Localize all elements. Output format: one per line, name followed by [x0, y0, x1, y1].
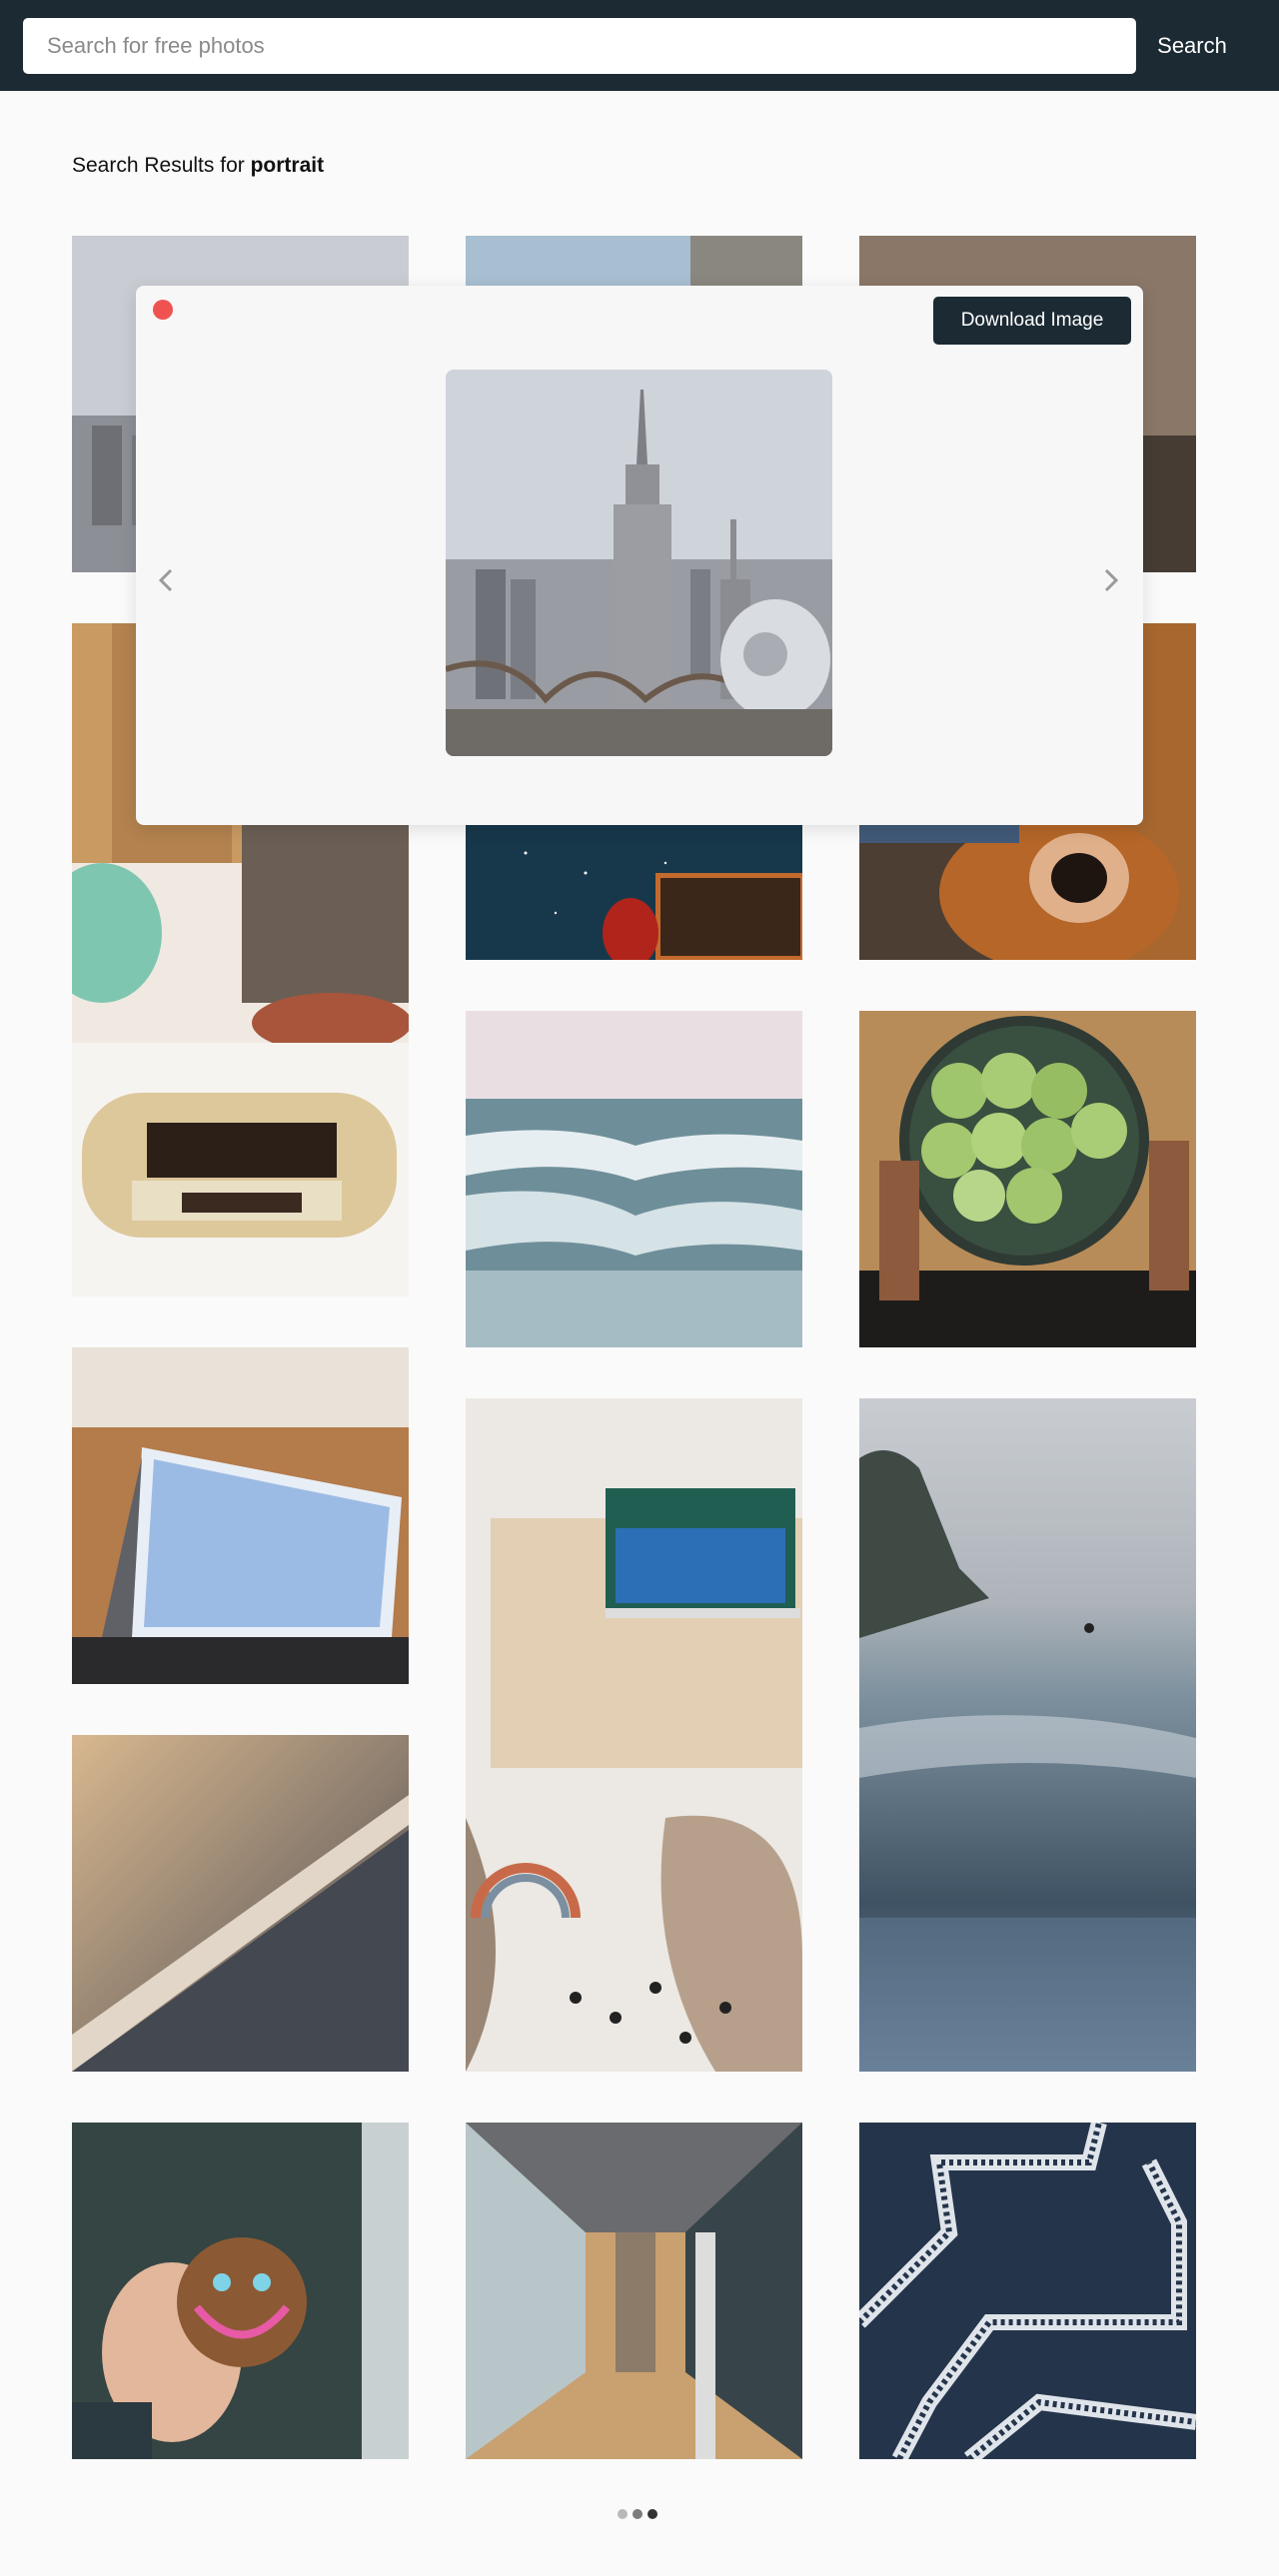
- download-image-button[interactable]: Download Image: [933, 297, 1131, 345]
- previous-arrow-icon[interactable]: [152, 565, 182, 595]
- results-prefix: Search Results for: [72, 154, 251, 177]
- results-query: portrait: [250, 154, 325, 177]
- photo-escalator[interactable]: [72, 1735, 409, 2072]
- search-input[interactable]: [23, 18, 1136, 74]
- pagination-dot[interactable]: [618, 2509, 628, 2519]
- photo-misty-sea[interactable]: [859, 1398, 1196, 2072]
- close-button[interactable]: [153, 300, 173, 320]
- image-preview-modal: Download Image: [136, 286, 1143, 825]
- pagination-dots: [618, 2509, 657, 2519]
- pagination-dot[interactable]: [633, 2509, 642, 2519]
- photo-smiley-cookie[interactable]: [72, 2123, 409, 2459]
- photo-green-apples[interactable]: [859, 1011, 1196, 1347]
- results-heading: Search Results for portrait: [72, 154, 324, 178]
- photo-laptop[interactable]: [72, 1347, 409, 1684]
- preview-image: [446, 370, 832, 756]
- top-bar: Search: [0, 0, 1279, 91]
- photo-ocean-waves[interactable]: [466, 1011, 802, 1347]
- photo-pegboard-shelf[interactable]: [466, 1398, 802, 2072]
- photo-road-track[interactable]: [859, 2123, 1196, 2459]
- photo-office-hallway[interactable]: [466, 2123, 802, 2459]
- next-arrow-icon[interactable]: [1095, 565, 1125, 595]
- pagination-dot-active[interactable]: [647, 2509, 657, 2519]
- search-button[interactable]: Search: [1139, 18, 1245, 74]
